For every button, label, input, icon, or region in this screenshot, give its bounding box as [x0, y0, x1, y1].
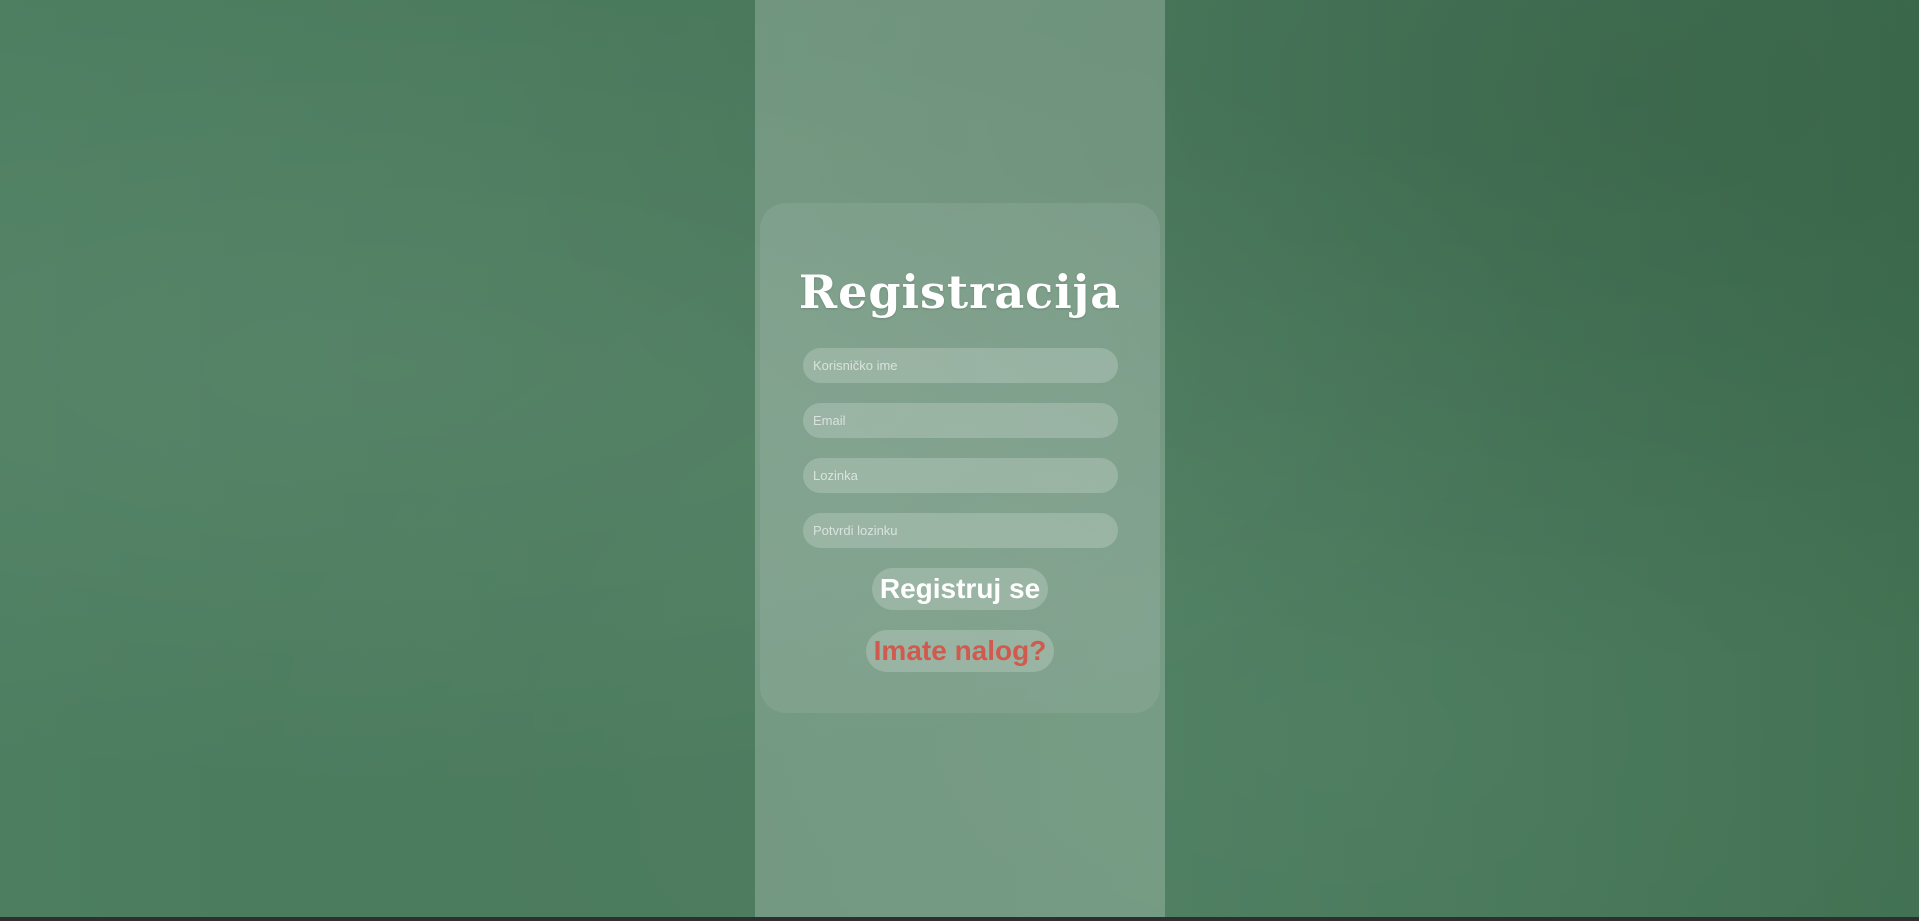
- login-link-button[interactable]: Imate nalog?: [866, 630, 1054, 672]
- bottom-edge-strip: [0, 917, 1919, 921]
- register-button[interactable]: Registruj se: [872, 568, 1048, 610]
- confirm-password-input[interactable]: [803, 513, 1118, 548]
- password-input[interactable]: [803, 458, 1118, 493]
- page-title: Registracija: [798, 265, 1122, 319]
- email-input[interactable]: [803, 403, 1118, 438]
- username-input[interactable]: [803, 348, 1118, 383]
